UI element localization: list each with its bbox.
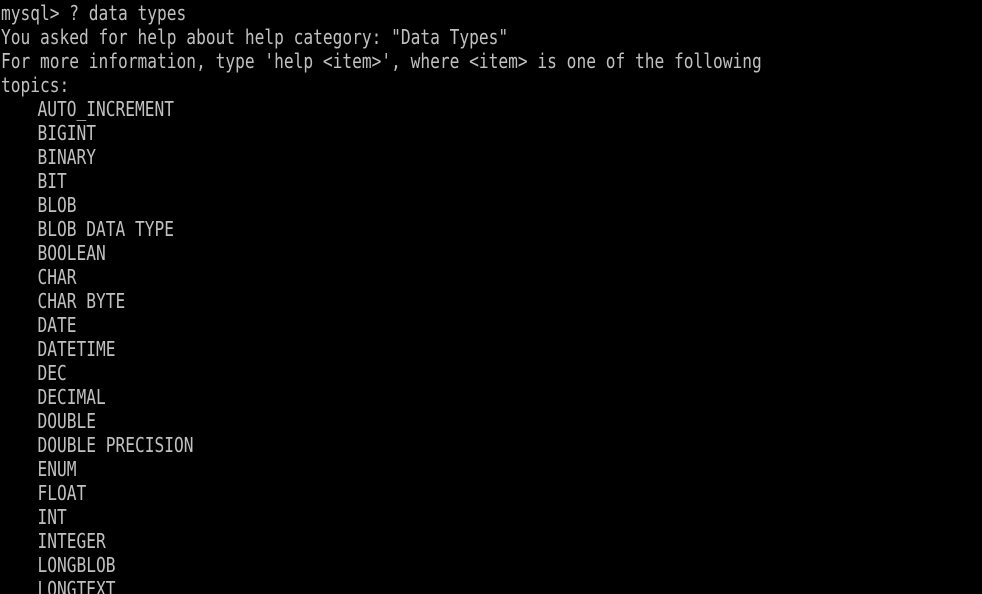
help-instructions-line: For more information, type 'help <item>'… (1, 49, 762, 73)
topic-item: BOOLEAN (37, 241, 106, 265)
topic-item: DOUBLE (37, 409, 96, 433)
topic-item: DATE (37, 313, 77, 337)
topic-item: AUTO_INCREMENT (37, 97, 174, 121)
topic-item: FLOAT (37, 481, 87, 505)
help-category-line: You asked for help about help category: … (1, 25, 509, 49)
topic-item: DOUBLE PRECISION (37, 433, 194, 457)
topics-heading: topics: (1, 73, 70, 97)
topic-item: LONGTEXT (37, 577, 116, 594)
topic-item: LONGBLOB (37, 553, 116, 577)
topic-item: DEC (37, 361, 67, 385)
terminal-output: mysql> ? data types You asked for help a… (1, 1, 762, 594)
topic-item: ENUM (37, 457, 77, 481)
topic-item: DATETIME (37, 337, 116, 361)
command-prompt-line: mysql> ? data types (1, 1, 187, 25)
topic-item: CHAR BYTE (37, 289, 126, 313)
topic-item: BIT (37, 169, 67, 193)
topic-item: INTEGER (37, 529, 106, 553)
topic-item: CHAR (37, 265, 77, 289)
terminal-window[interactable]: mysql> ? data types You asked for help a… (0, 0, 982, 594)
topic-item: INT (37, 505, 67, 529)
topic-item: DECIMAL (37, 385, 106, 409)
topic-item: BLOB DATA TYPE (37, 217, 174, 241)
topic-item: BIGINT (37, 121, 96, 145)
topic-item: BINARY (37, 145, 96, 169)
topic-item: BLOB (37, 193, 77, 217)
